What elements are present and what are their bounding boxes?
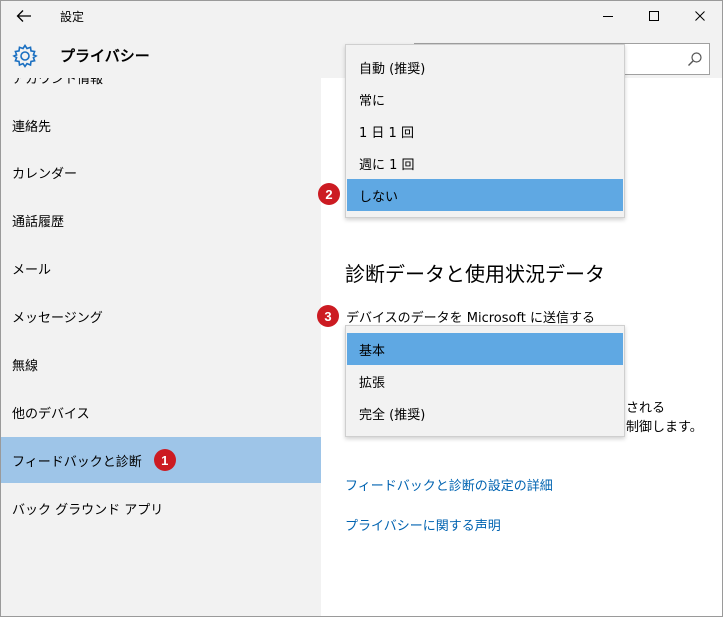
minimize-button[interactable] <box>585 0 631 32</box>
option-label: 基本 <box>359 343 386 359</box>
dropdown-option-auto[interactable]: 自動 (推奨) <box>347 51 623 83</box>
sidebar-item-label: 通話履歴 <box>12 214 65 230</box>
option-label: 拡張 <box>359 375 386 391</box>
sidebar-item-account-info[interactable]: アカウント情報 <box>12 78 103 87</box>
back-button[interactable] <box>8 2 40 30</box>
step-badge: 2 <box>318 183 340 205</box>
sidebar-item-label: 無線 <box>12 358 39 374</box>
option-label: 常に <box>359 93 386 109</box>
option-label: 完全 (推奨) <box>359 407 426 423</box>
page-title: プライバシー <box>60 47 150 65</box>
dropdown-option-basic[interactable]: 基本 <box>347 333 623 365</box>
window-title: 設定 <box>60 10 85 24</box>
step-badge: 1 <box>153 449 176 471</box>
title-bar: 設定 <box>0 0 723 32</box>
privacy-statement-link[interactable]: プライバシーに関する声明 <box>345 515 501 534</box>
option-label: しない <box>359 189 399 205</box>
sidebar-item-email[interactable]: メール <box>0 245 321 291</box>
sidebar: アカウント情報 連絡先 カレンダー 通話履歴 メール メッセージング 無線 他の… <box>0 78 321 617</box>
step-badge: 3 <box>317 305 339 327</box>
minimize-icon <box>603 16 613 17</box>
option-label: 週に 1 回 <box>359 157 415 173</box>
sidebar-item-other-devices[interactable]: 他のデバイス <box>0 389 321 435</box>
dropdown-option-full[interactable]: 完全 (推奨) <box>347 397 623 429</box>
diagnostics-level-dropdown[interactable]: 基本 拡張 完全 (推奨) <box>345 325 625 437</box>
arrow-left-icon <box>16 10 31 22</box>
dropdown-option-always[interactable]: 常に <box>347 83 623 115</box>
sidebar-item-background-apps[interactable]: バック グラウンド アプリ <box>0 485 321 531</box>
close-icon <box>695 11 705 21</box>
sidebar-item-label: 連絡先 <box>12 119 52 135</box>
feedback-details-link[interactable]: フィードバックと診断の設定の詳細 <box>345 475 553 494</box>
sidebar-item-calendar[interactable]: カレンダー <box>0 149 321 195</box>
option-label: 自動 (推奨) <box>359 61 426 77</box>
sidebar-item-messaging[interactable]: メッセージング <box>0 293 321 339</box>
description-text-partial: 制御します。 <box>626 420 703 435</box>
maximize-button[interactable] <box>631 0 677 32</box>
dropdown-option-enhanced[interactable]: 拡張 <box>347 365 623 397</box>
sidebar-item-feedback-diagnostics[interactable]: フィードバックと診断 1 <box>0 437 321 483</box>
sidebar-item-label: 他のデバイス <box>12 406 90 422</box>
sidebar-item-contacts[interactable]: 連絡先 <box>0 102 321 148</box>
sidebar-item-label: メッセージング <box>12 310 103 326</box>
sidebar-item-label: メール <box>12 262 52 278</box>
option-label: 1 日 1 回 <box>359 125 414 141</box>
search-icon[interactable] <box>687 51 703 67</box>
close-button[interactable] <box>677 0 723 32</box>
gear-icon <box>12 43 38 69</box>
diagnostics-heading: 診断データと使用状況データ <box>345 262 605 286</box>
description-text-partial: される <box>626 401 666 416</box>
sidebar-item-label: バック グラウンド アプリ <box>12 502 164 518</box>
dropdown-option-daily[interactable]: 1 日 1 回 <box>347 115 623 147</box>
feedback-frequency-dropdown[interactable]: 自動 (推奨) 常に 1 日 1 回 週に 1 回 しない <box>345 44 625 218</box>
diagnostics-label: デバイスのデータを Microsoft に送信する <box>346 311 596 326</box>
sidebar-item-call-history[interactable]: 通話履歴 <box>0 197 321 243</box>
sidebar-item-radios[interactable]: 無線 <box>0 341 321 387</box>
sidebar-item-label: カレンダー <box>12 166 78 182</box>
sidebar-item-label: フィードバックと診断 <box>12 454 142 470</box>
maximize-icon <box>649 11 659 21</box>
dropdown-option-weekly[interactable]: 週に 1 回 <box>347 147 623 179</box>
dropdown-option-never[interactable]: しない <box>347 179 623 211</box>
